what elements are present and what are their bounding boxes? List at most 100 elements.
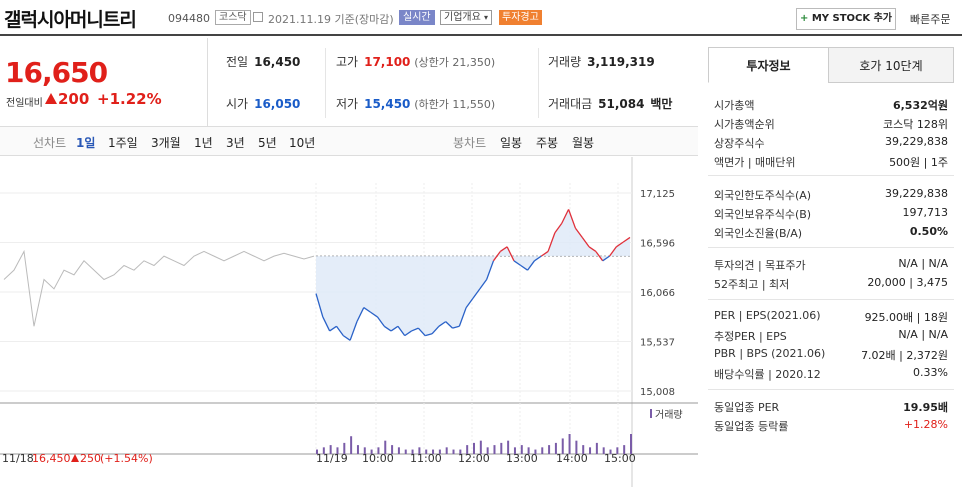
info-row: 시가총액순위 코스닥 128위: [714, 114, 948, 132]
current-price: 16,650: [5, 56, 108, 89]
investment-info-panel: 투자정보 호가 10단계 시가총액 6,532억원 시가총액순위 코스닥 128위 상장…: [708, 47, 954, 487]
info-key: 배당수익률 | 2020.12: [714, 368, 821, 381]
prev-day-change: 250: [80, 452, 101, 465]
stat-high: 고가 17,100 (상한가 21,350): [336, 53, 495, 70]
volume-bar: [418, 447, 421, 454]
stat-prev-label: 전일: [226, 55, 249, 69]
info-row: PBR | BPS (2021.06) 7.02배 | 2,372원: [714, 345, 948, 363]
volume-legend-swatch: [650, 409, 652, 418]
volume-bar: [425, 449, 428, 454]
volume-bar: [473, 442, 475, 454]
info-row: 투자의견 | 목표주가 N/A | N/A: [714, 255, 948, 273]
base-date: 2021.11.19 기준(장마감): [268, 13, 394, 26]
volume-bar: [343, 442, 346, 454]
info-key: 시가총액: [714, 99, 755, 112]
volume-bar: [623, 445, 626, 454]
period-3m[interactable]: 3개월: [151, 134, 181, 151]
intraday-chart[interactable]: 17,125 16,596 16,066 15,537 15,008 11/19 10:00…: [0, 157, 698, 487]
company-summary-button[interactable]: 기업개요 ▾: [440, 10, 493, 25]
volume-bar: [391, 445, 394, 454]
realtime-badge[interactable]: 실시간: [399, 10, 435, 25]
prev-day-price: 16,450: [32, 452, 71, 465]
stat-high-value: 17,100: [364, 55, 411, 69]
info-key: 동일업종 등락률: [714, 420, 789, 433]
volume-legend: 거래량: [655, 409, 683, 421]
x-tick-label: 11/19: [316, 452, 348, 465]
volume-bar: [336, 447, 339, 454]
price-stats: 전일 16,450 고가 17,100 (상한가 21,350) 거래량 3,119,…: [208, 38, 698, 126]
y-tick-label: 16,066: [640, 288, 675, 299]
info-row: PER | EPS(2021.06) 925.00배 | 18원: [714, 307, 948, 325]
volume-bar: [411, 449, 414, 454]
change-amount: 200: [58, 90, 90, 108]
candle-monthly[interactable]: 월봉: [572, 134, 594, 151]
change-value: 200: [45, 90, 89, 108]
volume-bar: [589, 447, 592, 454]
quick-order-link[interactable]: 빠른주문: [910, 11, 950, 27]
candle-daily[interactable]: 일봉: [500, 134, 522, 151]
stat-open-label: 시가: [226, 97, 249, 111]
stat-open-value: 16,050: [254, 97, 301, 111]
volume-bar: [602, 447, 605, 454]
info-key: 외국인보유주식수(B): [714, 208, 812, 221]
warning-badge: 투자경고: [499, 10, 542, 25]
volume-bar: [541, 447, 544, 454]
add-mystock-button[interactable]: + MY STOCK 추가: [796, 8, 896, 30]
plus-icon: +: [799, 13, 809, 24]
info-row: 52주최고 | 최저 20,000 | 3,475: [714, 274, 948, 292]
info-key: 추정PER | EPS: [714, 330, 787, 343]
candle-weekly[interactable]: 주봉: [536, 134, 558, 151]
volume-bar: [329, 445, 332, 454]
info-key: 시가총액순위: [714, 118, 775, 131]
info-key: 액면가 | 매매단위: [714, 156, 796, 169]
info-key: PER | EPS(2021.06): [714, 309, 821, 322]
period-10y[interactable]: 10년: [289, 134, 315, 151]
info-value: +1.28%: [903, 418, 948, 431]
stat-amount: 거래대금 51,084 백만: [548, 95, 672, 112]
volume-bar: [350, 436, 353, 454]
info-row: 상장주식수 39,229,838: [714, 133, 948, 151]
prev-day-date: 11/18: [2, 452, 34, 465]
stat-volume-value: 3,119,319: [587, 55, 655, 69]
tab-hoga-10[interactable]: 호가 10단계: [828, 47, 954, 83]
price-summary: 16,650 전일대비 200 +1.22%: [0, 38, 208, 126]
y-tick-label: 16,596: [640, 239, 675, 250]
info-value: 0.33%: [913, 366, 948, 379]
info-row: 동일업종 등락률 +1.28%: [714, 416, 948, 434]
period-1d[interactable]: 1일: [76, 134, 95, 151]
period-5y[interactable]: 5년: [258, 134, 277, 151]
period-3y[interactable]: 3년: [226, 134, 245, 151]
stat-lower-limit: (하한가 11,550): [414, 98, 496, 111]
tab-investment-info[interactable]: 투자정보: [708, 47, 829, 83]
chevron-down-icon: ▾: [484, 13, 489, 22]
volume-bar: [397, 447, 400, 454]
info-row: 액면가 | 매매단위 500원 | 1주: [714, 152, 948, 170]
info-value: 39,229,838: [885, 187, 948, 200]
volume-bar: [316, 449, 318, 454]
y-tick-label: 15,537: [640, 338, 675, 349]
info-value: 코스닥 128위: [883, 118, 948, 131]
stat-volume-label: 거래량: [548, 55, 582, 69]
volume-bar: [438, 449, 441, 454]
volume-bar: [363, 447, 366, 454]
stock-header: 갤럭시아머니트리 094480 코스닥 2021.11.19 기준(장마감) 실…: [0, 0, 962, 36]
period-1y[interactable]: 1년: [194, 134, 213, 151]
stat-prev: 전일 16,450: [226, 53, 300, 70]
period-1w[interactable]: 1주일: [108, 134, 138, 151]
volume-bar: [452, 449, 455, 454]
info-row: 배당수익률 | 2020.12 0.33%: [714, 364, 948, 382]
info-row: 외국인소진율(B/A) 0.50%: [714, 223, 948, 241]
volume-bar: [554, 442, 557, 454]
volume-bar: [507, 440, 510, 454]
info-key: 52주최고 | 최저: [714, 278, 790, 291]
volume-bar: [493, 445, 496, 454]
volume-bar: [370, 449, 373, 454]
stat-low-value: 15,450: [364, 97, 411, 111]
chart-svg: 17,12516,59616,06615,53715,00811/19 10:00…: [0, 157, 698, 487]
stock-code: 094480: [168, 12, 210, 25]
up-triangle-icon: [71, 454, 79, 462]
info-value: 925.00배 | 18원: [864, 311, 948, 324]
chart-period-bar: 선차트 1일 1주일 3개월 1년 3년 5년 10년 봉차트 일봉 주봉 월봉: [0, 126, 698, 156]
stat-prev-value: 16,450: [254, 55, 301, 69]
mystock-label: MY STOCK 추가: [811, 13, 893, 24]
